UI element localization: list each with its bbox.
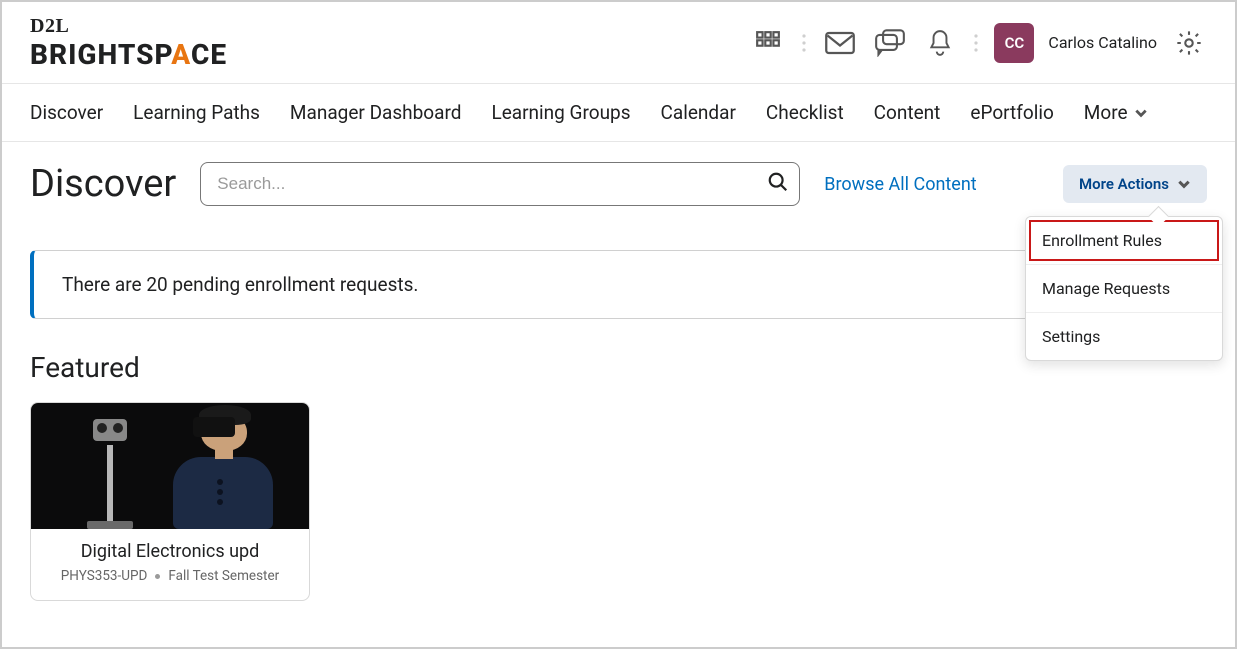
search-icon[interactable] [767,171,789,197]
course-title: Digital Electronics upd [41,541,299,562]
more-actions-menu: Enrollment Rules Manage Requests Setting… [1025,216,1223,361]
chevron-down-icon [1134,106,1148,120]
search-field[interactable] [200,162,800,206]
search-input[interactable] [217,174,767,194]
page-body: Discover Browse All Content More Actions… [2,142,1235,621]
top-bar: D2L BRIGHTSPACE [2,2,1235,84]
dot-separator-icon [155,574,160,579]
avatar-initials: CC [1005,34,1025,52]
avatar[interactable]: CC [994,23,1034,63]
thumbnail-person-graphic [163,409,283,529]
more-actions-button[interactable]: More Actions [1063,165,1207,203]
nav-more-label: More [1084,101,1128,124]
top-icons: CC Carlos Catalino [750,23,1207,63]
nav-manager-dashboard[interactable]: Manager Dashboard [290,101,462,124]
nav-content[interactable]: Content [874,101,941,124]
nav-calendar[interactable]: Calendar [661,101,736,124]
thumbnail-rig-graphic [81,419,137,529]
course-card-body: Digital Electronics upd PHYS353-UPD Fall… [31,529,309,600]
nav-more[interactable]: More [1084,101,1148,124]
course-card[interactable]: Digital Electronics upd PHYS353-UPD Fall… [30,402,310,601]
course-code: PHYS353-UPD [61,568,148,584]
alert-text: There are 20 pending enrollment requests… [62,273,418,296]
course-thumbnail [31,403,309,529]
user-name[interactable]: Carlos Catalino [1048,33,1157,52]
browse-all-link[interactable]: Browse All Content [824,174,976,195]
nav-discover[interactable]: Discover [30,101,103,124]
menu-enrollment-rules[interactable]: Enrollment Rules [1026,217,1222,264]
mail-icon[interactable] [822,25,858,61]
course-term: Fall Test Semester [168,568,279,584]
page-title: Discover [30,162,176,206]
brand-d2l: D2L [30,15,227,38]
gear-icon[interactable] [1171,25,1207,61]
course-subtitle: PHYS353-UPD Fall Test Semester [41,568,299,584]
nav-learning-groups[interactable]: Learning Groups [491,101,630,124]
divider-icon [972,32,980,54]
page-head-row: Discover Browse All Content More Actions [30,162,1207,206]
nav-checklist[interactable]: Checklist [766,101,844,124]
menu-settings[interactable]: Settings [1026,312,1222,360]
nav-bar: Discover Learning Paths Manager Dashboar… [2,84,1235,142]
divider-icon [800,32,808,54]
brand-logo[interactable]: D2L BRIGHTSPACE [30,15,227,71]
nav-learning-paths[interactable]: Learning Paths [133,101,260,124]
bell-icon[interactable] [922,25,958,61]
apps-icon[interactable] [750,25,786,61]
chevron-down-icon [1177,177,1191,191]
more-actions-label: More Actions [1079,175,1169,193]
nav-eportfolio[interactable]: ePortfolio [970,101,1053,124]
brand-brightspace: BRIGHTSPACE [30,38,227,71]
menu-manage-requests[interactable]: Manage Requests [1026,264,1222,312]
chat-icon[interactable] [872,25,908,61]
